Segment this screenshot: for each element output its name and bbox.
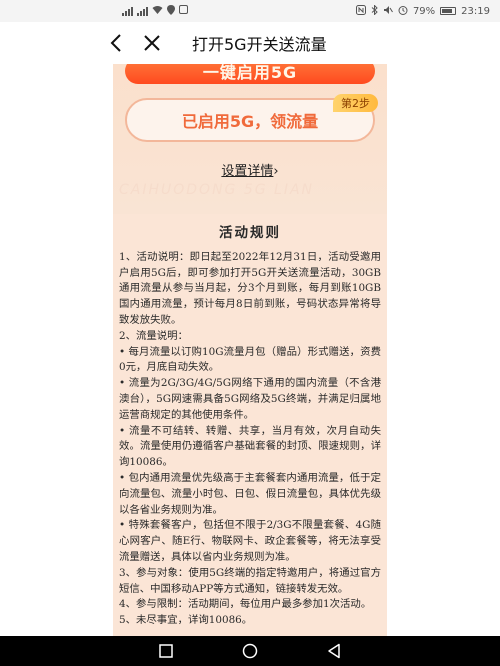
bluetooth-icon [371, 3, 378, 18]
location-icon [167, 4, 175, 18]
settings-details-label: 设置详情 [221, 164, 274, 179]
rule-paragraph: • 包内通用流量优先级高于主套餐套内通用流量，低于定向流量包、流量小时包、日包、… [119, 471, 381, 516]
step-badge: 第2步 [333, 94, 378, 112]
page-title: 打开5G开关送流量 [192, 35, 327, 54]
close-icon [144, 35, 160, 51]
rule-paragraph: • 流量为2G/3G/4G/5G网络下通用的国内流量（不含港澳台），5G网速需具… [119, 377, 381, 421]
battery-icon [440, 7, 457, 15]
sim1-signal-icon [122, 6, 133, 16]
alarm-icon [398, 5, 408, 18]
rules-title: 活动规则 [219, 225, 281, 241]
settings-details-link[interactable]: 设置详情› [113, 160, 387, 179]
rule-paragraph: 4、参与限制：活动期间，每位用户最多参加1次活动。 [119, 598, 372, 611]
home-button[interactable] [240, 641, 260, 661]
clock: 23:19 [461, 5, 490, 17]
promo-section: 一键启用5G 已启用5G，领流量 第2步 设置详情› CAIHUODONG 5G… [113, 64, 387, 214]
rule-paragraph: 5、未尽事宜，详询10086。 [119, 614, 253, 627]
close-button[interactable] [134, 25, 170, 61]
rule-paragraph: 2、流量说明： [119, 329, 188, 342]
nav-back-button[interactable] [324, 641, 344, 661]
sim2-signal-icon [137, 6, 148, 16]
chevron-right-icon: › [273, 164, 279, 179]
enable-5g-button[interactable]: 一键启用5G [125, 64, 375, 84]
app-header: 打开5G开关送流量 [0, 22, 500, 64]
webview-content[interactable]: 一键启用5G 已启用5G，领流量 第2步 设置详情› CAIHUODONG 5G… [113, 64, 387, 636]
rule-paragraph: 1、活动说明：即日起至2022年12月31日，活动受邀用户启用5G后，即可参加打… [119, 250, 381, 326]
battery-percent: 79% [412, 5, 436, 17]
wifi-icon [152, 5, 163, 17]
rule-paragraph: • 特殊套餐客户，包括但不限于2/3G不限量套餐、4G随心网客户、随E行、物联网… [119, 519, 381, 563]
back-button[interactable] [98, 25, 134, 61]
home-icon [242, 643, 258, 659]
status-right: 79% 23:19 [355, 3, 490, 18]
system-nav-bar [0, 636, 500, 666]
rule-paragraph: 3、参与对象：使用5G终端的指定特邀用户，将通过官方短信、中国移动APP等方式通… [119, 566, 381, 595]
back-triangle-icon [328, 643, 340, 659]
nfc-icon [355, 4, 366, 18]
mute-icon [383, 5, 393, 18]
recent-apps-button[interactable] [156, 641, 176, 661]
status-bar: 79% 23:19 [0, 0, 500, 22]
chevron-left-icon [110, 34, 121, 52]
misc-icon [179, 5, 188, 17]
rule-paragraph: • 每月流量以订购10G流量月包（赠品）形式赠送，资费0元，月底自动失效。 [119, 345, 381, 374]
background-watermark: CAIHUODONG 5G LIAN [119, 182, 315, 198]
rules-section: 活动规则 1、活动说明：即日起至2022年12月31日，活动受邀用户启用5G后，… [113, 214, 387, 629]
recent-apps-icon [159, 644, 173, 658]
rule-paragraph: • 流量不可结转、转赠、共享，当月有效，次月自动失效。流量使用仍遵循客户基础套餐… [119, 424, 381, 469]
status-left [122, 4, 188, 18]
